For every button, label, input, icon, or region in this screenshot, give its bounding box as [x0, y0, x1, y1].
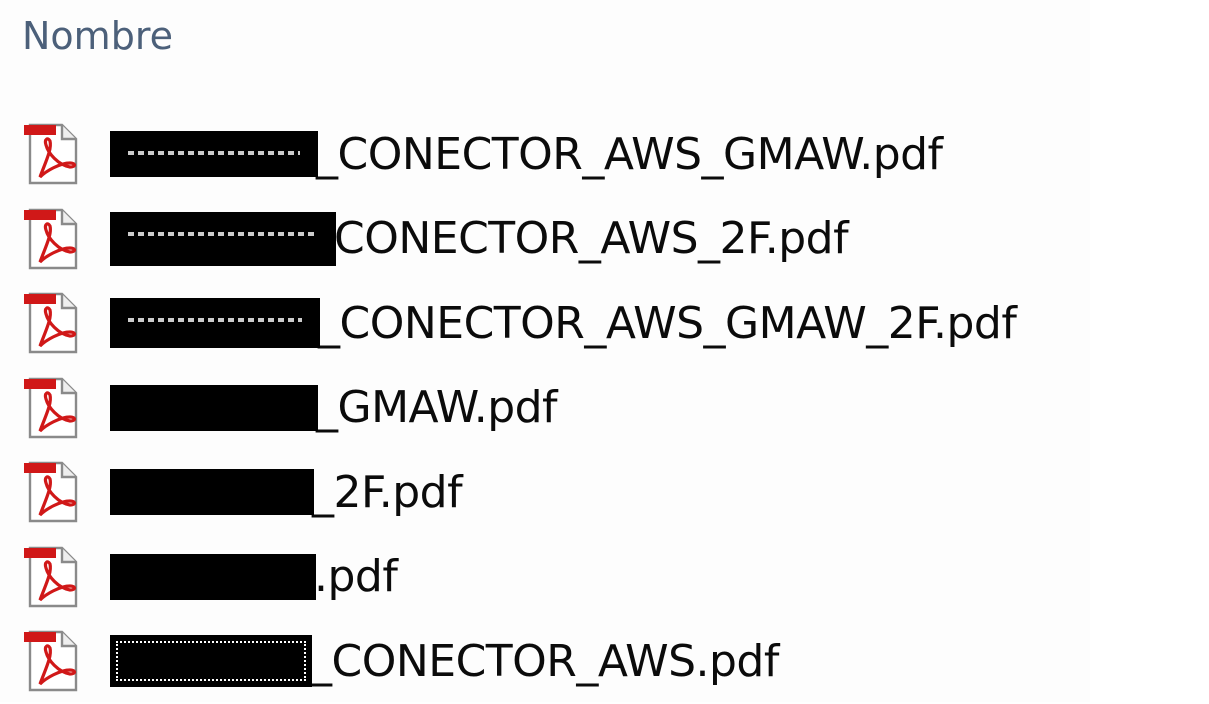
file-row[interactable]: _CONECTOR_AWS_GMAW.pdf: [0, 112, 1090, 197]
redacted-filename-prefix: [110, 298, 320, 349]
file-explorer-pane: Nombre _CONECTOR_AWS_GMAW.pdf CONECTOR_A…: [0, 0, 1090, 702]
file-row[interactable]: _GMAW.pdf: [0, 366, 1090, 451]
file-name: _CONECTOR_AWS_GMAW_2F.pdf: [318, 297, 1017, 349]
file-row[interactable]: _CONECTOR_AWS.pdf: [0, 619, 1090, 704]
redacted-filename-prefix: [110, 211, 336, 266]
file-row[interactable]: CONECTOR_AWS_2F.pdf: [0, 197, 1090, 282]
redacted-filename-prefix: [110, 469, 314, 516]
file-name: _CONECTOR_AWS.pdf: [310, 635, 779, 687]
pdf-file-icon: [24, 546, 78, 607]
file-name: _GMAW.pdf: [316, 382, 558, 434]
file-name: .pdf: [314, 551, 398, 603]
pdf-file-icon: [24, 462, 78, 523]
file-name: _CONECTOR_AWS_GMAW.pdf: [316, 128, 943, 180]
pdf-file-icon: [24, 208, 78, 269]
file-name: CONECTOR_AWS_2F.pdf: [334, 213, 849, 265]
column-header-name[interactable]: Nombre: [22, 14, 173, 58]
pdf-file-icon: [24, 377, 78, 438]
redacted-filename-prefix: [110, 384, 318, 431]
redacted-filename-prefix: [110, 635, 312, 688]
pdf-file-icon: [24, 293, 78, 354]
file-row[interactable]: _2F.pdf: [0, 450, 1090, 535]
file-row[interactable]: .pdf: [0, 535, 1090, 620]
redacted-filename-prefix: [110, 553, 316, 600]
file-row[interactable]: _CONECTOR_AWS_GMAW_2F.pdf: [0, 281, 1090, 366]
pdf-file-icon: [24, 631, 78, 692]
redacted-filename-prefix: [110, 131, 318, 178]
file-name: _2F.pdf: [312, 466, 463, 518]
file-list: _CONECTOR_AWS_GMAW.pdf CONECTOR_AWS_2F.p…: [0, 112, 1090, 704]
pdf-file-icon: [24, 124, 78, 185]
